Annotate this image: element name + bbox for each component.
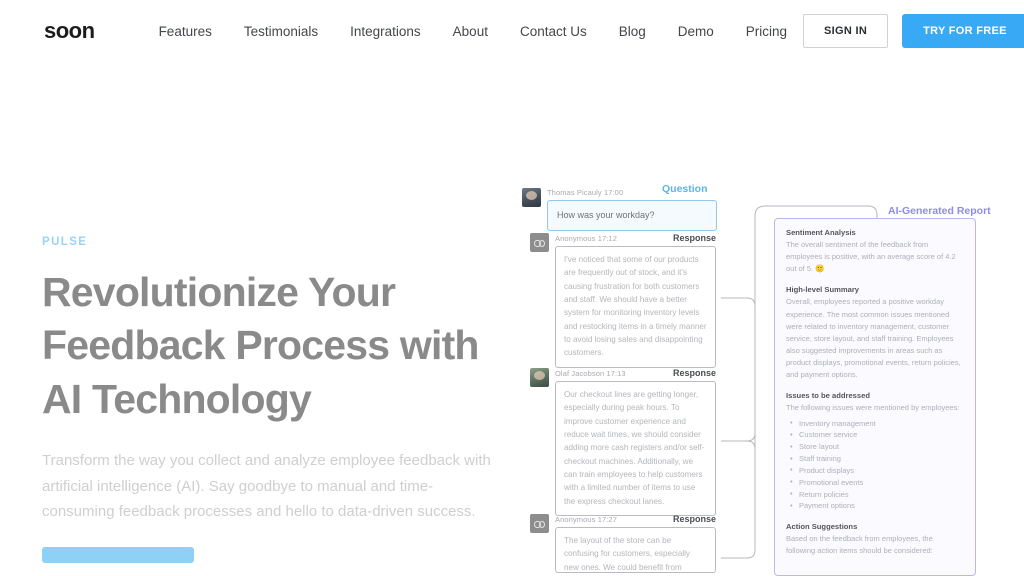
list-item: Customer service	[786, 429, 964, 441]
report-section-heading: Sentiment Analysis	[786, 228, 856, 237]
response-author: Olaf Jacobson	[555, 369, 605, 378]
report-section-heading: High-level Summary	[786, 285, 860, 295]
nav-item-integrations[interactable]: Integrations	[334, 24, 437, 39]
hero-eyebrow: PULSE	[42, 236, 88, 248]
list-item: Inventory management	[786, 417, 964, 430]
hero-cta-button[interactable]	[42, 547, 194, 564]
response-bubble[interactable]: The layout of the store can be confusing…	[555, 527, 716, 573]
report-section-heading: Action Suggestions	[786, 522, 858, 532]
response-bubble[interactable]: I've noticed that some of our products a…	[555, 246, 716, 368]
list-item: Staff training	[786, 453, 964, 465]
header-actions: SIGN IN TRY FOR FREE	[803, 14, 1024, 48]
nav-item-contact-us[interactable]: Contact Us	[504, 24, 603, 39]
site-header: soon Features Testimonials Integrations …	[0, 0, 1024, 62]
list-item: Store layout	[786, 441, 964, 453]
response-time: 17:13	[606, 369, 626, 378]
response-meta: Anonymous 17:12	[555, 234, 617, 243]
chat-response-row: Olaf Jacobson 17:13 Response Our checkou…	[530, 368, 716, 517]
chat-question-row: Thomas Picauly 17:00 How was your workda…	[522, 188, 717, 231]
nav-item-blog[interactable]: Blog	[603, 24, 662, 39]
report-section-body: Overall, employees reported a positive w…	[786, 297, 961, 380]
question-time: 17:00	[603, 188, 624, 197]
product-mockup: Question Thomas Picauly 17:00 How was yo…	[516, 178, 1024, 576]
anonymous-glasses-icon	[534, 520, 545, 528]
nav-item-demo[interactable]: Demo	[662, 24, 730, 39]
response-label: Response	[672, 233, 716, 243]
avatar-anonymous	[530, 233, 549, 252]
response-time: 17:27	[597, 515, 617, 524]
response-time: 17:12	[597, 234, 617, 243]
anonymous-glasses-icon	[534, 239, 545, 247]
report-section-body: Based on the feedback from employees, th…	[786, 534, 933, 556]
response-author: Anonymous	[555, 234, 596, 243]
response-label: Response	[672, 368, 716, 378]
avatar-olaf-jacobson	[530, 368, 549, 387]
list-item: Promotional events	[786, 476, 964, 489]
question-author: Thomas Picauly	[547, 188, 602, 197]
try-for-free-button[interactable]: TRY FOR FREE	[902, 14, 1024, 48]
report-section-heading: Issues to be addressed	[786, 391, 870, 401]
avatar-thomas-picauly	[522, 188, 541, 207]
nav-item-testimonials[interactable]: Testimonials	[228, 24, 334, 39]
ai-generated-report-label: AI-Generated Report	[888, 205, 991, 217]
ai-generated-report-panel[interactable]: Sentiment Analysis The overall sentiment…	[774, 218, 976, 576]
response-meta: Olaf Jacobson 17:13	[555, 369, 626, 378]
page-title: Revolutionize Your Feedback Process with…	[42, 269, 479, 422]
nav-item-pricing[interactable]: Pricing	[730, 24, 803, 39]
nav-item-features[interactable]: Features	[143, 24, 228, 39]
sign-in-button[interactable]: SIGN IN	[803, 14, 889, 48]
question-meta: Thomas Picauly 17:00	[547, 188, 717, 197]
report-section-body: The overall sentiment of the feedback fr…	[786, 240, 956, 274]
response-meta: Anonymous 17:27	[555, 515, 617, 524]
report-section-body: The following issues were mentioned by e…	[786, 403, 960, 413]
question-bubble[interactable]: How was your workday?	[547, 200, 717, 231]
list-item: Product displays	[786, 464, 964, 477]
chat-response-row: Anonymous 17:27 Response The layout of t…	[530, 514, 716, 573]
list-item: Payment options	[786, 500, 964, 512]
hero-section: PULSE Revolutionize Your Feedback Proces…	[42, 236, 512, 568]
issues-list: Inventory management Customer service St…	[786, 417, 964, 513]
brand-logo[interactable]: soon	[44, 18, 95, 44]
list-item: Return policies	[786, 488, 964, 501]
nav-item-about[interactable]: About	[437, 24, 504, 39]
response-bubble[interactable]: Our checkout lines are getting longer, e…	[555, 381, 716, 517]
response-label: Response	[672, 514, 716, 524]
chat-response-row: Anonymous 17:12 Response I've noticed th…	[530, 233, 716, 368]
response-author: Anonymous	[555, 515, 596, 524]
avatar-anonymous	[530, 514, 549, 533]
hero-subtitle: Transform the way you collect and analyz…	[42, 451, 491, 521]
main-navigation: Features Testimonials Integrations About…	[143, 24, 803, 39]
